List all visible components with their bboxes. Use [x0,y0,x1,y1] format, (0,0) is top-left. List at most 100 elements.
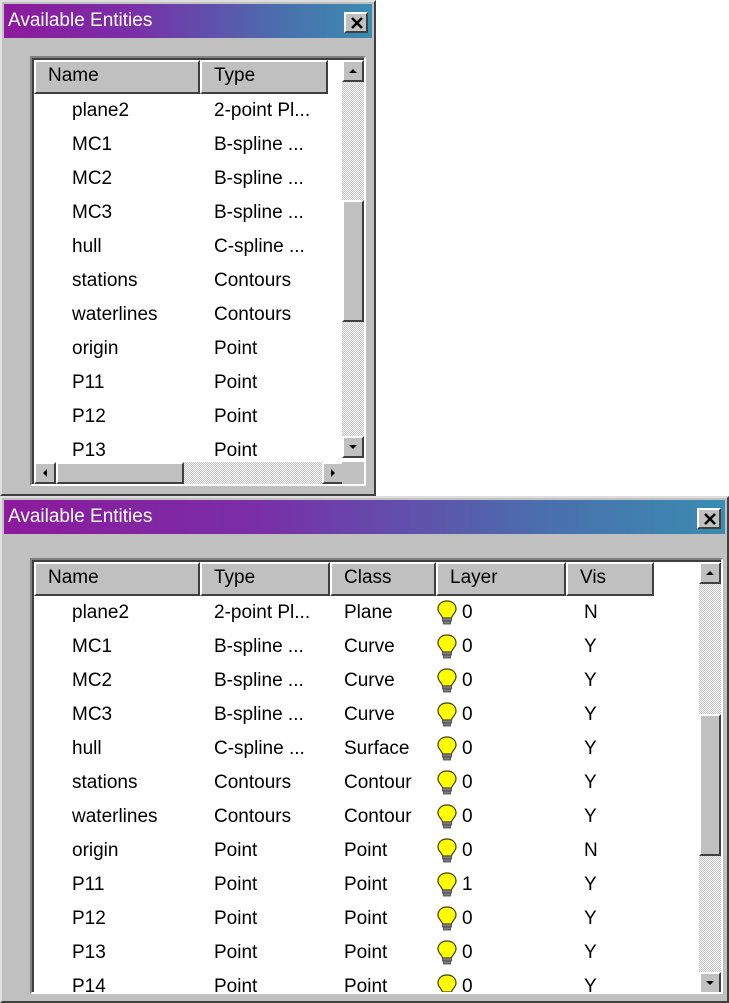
entity-class: Point [344,908,388,929]
column-header-type[interactable]: Type [200,562,330,596]
entity-name: MC1 [72,636,113,657]
entity-class: Plane [344,602,393,623]
lightbulb-icon[interactable] [436,940,458,966]
entity-type: Contours [214,772,292,793]
list-item[interactable]: P11 Point Point 1 Y [34,868,654,902]
entity-name: MC1 [72,134,113,155]
entity-type: Point [214,942,258,963]
column-header-row: Name Type Class Layer Vis [34,562,654,596]
list-item[interactable]: P12 Point Point 0 Y [34,902,654,936]
lightbulb-icon[interactable] [436,906,458,932]
list-item[interactable]: MC3 B-spline ... [34,196,328,230]
title-bar[interactable]: Available Entities [4,4,372,38]
column-header-row: Name Type [34,60,328,94]
list-item[interactable]: MC2 B-spline ... [34,162,328,196]
list-item[interactable]: MC1 B-spline ... [34,128,328,162]
entity-list[interactable]: Name Type Class Layer Vis plane2 2-point … [28,556,725,996]
list-item[interactable]: stations Contours Contour 0 Y [34,766,654,800]
list-item[interactable]: waterlines Contours Contour 0 Y [34,800,654,834]
list-item[interactable]: origin Point [34,332,328,366]
horizontal-scroll-thumb[interactable] [56,462,184,484]
entity-class: Point [344,942,388,963]
entity-class: Point [344,976,388,994]
scroll-up-button[interactable] [699,562,721,584]
lightbulb-icon[interactable] [436,600,458,626]
list-item[interactable]: MC1 B-spline ... Curve 0 Y [34,630,654,664]
lightbulb-icon[interactable] [436,872,458,898]
entity-type: 2-point Pl... [214,100,311,121]
vertical-scroll-thumb[interactable] [699,714,721,856]
layer-number: 0 [462,772,473,793]
column-header-name[interactable]: Name [34,60,200,94]
list-item[interactable]: MC2 B-spline ... Curve 0 Y [34,664,654,698]
scroll-right-button[interactable] [322,462,344,484]
close-button[interactable] [697,508,721,529]
column-header-name[interactable]: Name [34,562,200,596]
list-item[interactable]: P14 Point Point 0 Y [34,970,654,994]
lightbulb-icon[interactable] [436,804,458,830]
column-header-vis[interactable]: Vis [566,562,654,596]
column-header-type[interactable]: Type [200,60,328,94]
entity-type: 2-point Pl... [214,602,311,623]
entity-layer: 0 [436,902,566,936]
lightbulb-icon[interactable] [436,736,458,762]
layer-number: 0 [462,976,473,994]
list-item[interactable]: stations Contours [34,264,328,298]
entity-class: Point [344,874,388,895]
list-item[interactable]: hull C-spline ... [34,230,328,264]
close-button[interactable] [344,12,368,33]
entity-class: Curve [344,670,395,691]
scroll-down-button[interactable] [342,436,364,458]
entity-type: B-spline ... [214,636,304,657]
list-item[interactable]: plane2 2-point Pl... Plane 0 N [34,596,654,630]
layer-number: 0 [462,636,473,657]
column-header-layer[interactable]: Layer [436,562,566,596]
list-item[interactable]: waterlines Contours [34,298,328,332]
entity-visibility: Y [584,806,597,827]
arrow-right-icon [331,469,335,477]
lightbulb-icon[interactable] [436,634,458,660]
list-item[interactable]: P12 Point [34,400,328,434]
entity-name: MC2 [72,168,113,189]
layer-number: 1 [462,874,473,895]
entity-name: P14 [72,976,106,994]
lightbulb-icon[interactable] [436,974,458,992]
vertical-scrollbar[interactable] [699,562,721,992]
list-item[interactable]: P11 Point [34,366,328,400]
list-item[interactable]: plane2 2-point Pl... [34,94,328,128]
entity-layer: 0 [436,596,566,630]
entity-type: C-spline ... [214,738,305,759]
lightbulb-icon[interactable] [436,668,458,694]
scroll-down-button[interactable] [699,972,721,992]
scrollbar-corner [342,462,364,484]
horizontal-scrollbar[interactable] [34,462,344,484]
list-item[interactable]: P13 Point Point 0 Y [34,936,654,970]
scroll-left-button[interactable] [34,462,56,484]
entity-name: origin [72,840,119,861]
entity-type: B-spline ... [214,670,304,691]
entity-type: Point [214,908,258,929]
entity-list[interactable]: Name Type plane2 2-point Pl... MC1 B-spline… [28,54,368,488]
lightbulb-icon[interactable] [436,702,458,728]
title-bar[interactable]: Available Entities [4,500,725,534]
column-header-class[interactable]: Class [330,562,436,596]
lightbulb-icon[interactable] [436,838,458,864]
list-item[interactable]: hull C-spline ... Surface 0 Y [34,732,654,766]
entity-name: P11 [72,372,105,393]
entity-name: MC3 [72,704,113,725]
entity-layer: 1 [436,868,566,902]
entity-name: MC3 [72,202,113,223]
lightbulb-icon[interactable] [436,770,458,796]
entity-type: B-spline ... [214,168,304,189]
vertical-scroll-thumb[interactable] [342,200,364,322]
entity-name: plane2 [72,602,130,623]
entity-name: stations [72,772,138,793]
list-item[interactable]: origin Point Point 0 N [34,834,654,868]
vertical-scrollbar[interactable] [342,60,364,458]
scroll-up-button[interactable] [342,60,364,82]
entity-type: Point [214,372,258,393]
list-item[interactable]: MC3 B-spline ... Curve 0 Y [34,698,654,732]
entity-name: stations [72,270,138,291]
entity-class: Contour [344,772,412,793]
window-title: Available Entities [8,10,153,31]
